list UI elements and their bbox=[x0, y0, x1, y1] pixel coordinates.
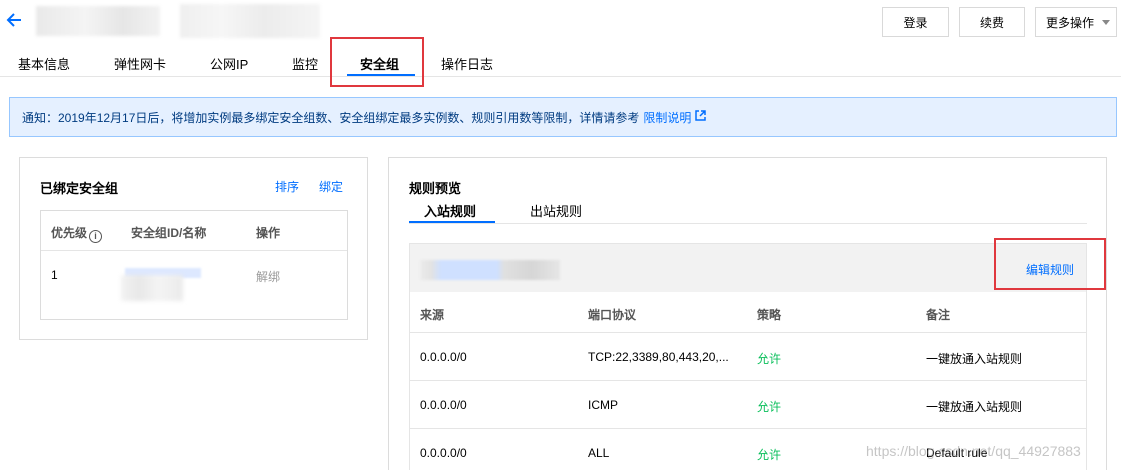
tab-elastic-nic[interactable]: 弹性网卡 bbox=[114, 54, 166, 73]
column-priority-label: 优先级 bbox=[51, 226, 88, 240]
tab-monitoring[interactable]: 监控 bbox=[292, 54, 318, 73]
rule-remark: 一键放通入站规则 bbox=[926, 400, 1023, 414]
tab-inbound-rules[interactable]: 入站规则 bbox=[424, 201, 476, 220]
renew-button-label: 续费 bbox=[979, 15, 1004, 30]
rule-port-protocol: TCP:22,3389,80,443,20,... bbox=[588, 350, 729, 364]
notice-banner: 通知：2019年12月17日后，将增加实例最多绑定安全组数、安全组绑定最多实例数… bbox=[9, 97, 1117, 137]
column-policy: 策略 bbox=[757, 308, 782, 322]
bound-security-groups-panel: 已绑定安全组 排序 绑定 优先级 i 安全组ID/名称 操作 1 解绑 bbox=[19, 157, 368, 340]
column-priority: 优先级 i bbox=[51, 224, 103, 243]
tab-public-ip[interactable]: 公网IP bbox=[210, 54, 248, 73]
rule-group-header: 编辑规则 bbox=[410, 244, 1086, 292]
tab-basic-info[interactable]: 基本信息 bbox=[18, 54, 70, 73]
info-icon[interactable]: i bbox=[89, 230, 103, 243]
rule-direction-tabs: 入站规则 出站规则 bbox=[409, 198, 1087, 224]
rule-policy: 允许 bbox=[757, 448, 782, 462]
login-button-label: 登录 bbox=[903, 15, 928, 30]
table-row: 0.0.0.0/0 ICMP 允许 一键放通入站规则 bbox=[410, 381, 1086, 429]
active-subtab-indicator bbox=[409, 221, 495, 223]
rule-source: 0.0.0.0/0 bbox=[420, 398, 467, 412]
rule-source: 0.0.0.0/0 bbox=[420, 446, 467, 460]
active-tab-indicator bbox=[347, 74, 415, 76]
rule-remark: 一键放通入站规则 bbox=[926, 352, 1023, 366]
rule-preview-title: 规则预览 bbox=[409, 181, 462, 196]
notice-text: 通知：2019年12月17日后，将增加实例最多绑定安全组数、安全组绑定最多实例数… bbox=[22, 110, 640, 125]
rule-remark: Default rule bbox=[926, 446, 988, 460]
top-bar: 登录 续费 更多操作 bbox=[0, 0, 1121, 44]
more-actions-dropdown[interactable]: 更多操作 bbox=[1035, 7, 1117, 37]
tab-security-group[interactable]: 安全组 bbox=[360, 54, 399, 73]
renew-button[interactable]: 续费 bbox=[959, 7, 1025, 37]
column-security-group-id: 安全组ID/名称 bbox=[131, 226, 207, 240]
login-button[interactable]: 登录 bbox=[882, 7, 949, 37]
tab-operation-log[interactable]: 操作日志 bbox=[441, 54, 493, 73]
rule-policy: 允许 bbox=[757, 400, 782, 414]
back-arrow-icon[interactable] bbox=[6, 10, 24, 30]
rule-preview-panel: 规则预览 入站规则 出站规则 编辑规则 来源 端口协议 策略 备注 0.0.0.… bbox=[388, 157, 1107, 470]
sort-button[interactable]: 排序 bbox=[275, 178, 299, 195]
edit-rules-link[interactable]: 编辑规则 bbox=[1026, 261, 1074, 278]
rules-table-header: 来源 端口协议 策略 备注 bbox=[410, 292, 1086, 333]
column-port-protocol: 端口协议 bbox=[588, 308, 637, 322]
rule-port-protocol: ALL bbox=[588, 446, 610, 460]
unbind-button[interactable]: 解绑 bbox=[256, 268, 280, 285]
table-header: 优先级 i 安全组ID/名称 操作 bbox=[41, 211, 347, 251]
row-priority: 1 bbox=[51, 268, 58, 282]
table-row: 0.0.0.0/0 TCP:22,3389,80,443,20,... 允许 一… bbox=[410, 333, 1086, 381]
limit-description-link[interactable]: 限制说明 bbox=[643, 109, 691, 126]
column-actions: 操作 bbox=[256, 226, 281, 240]
table-row: 0.0.0.0/0 ALL 允许 Default rule bbox=[410, 429, 1086, 470]
security-group-name-redacted bbox=[420, 260, 560, 280]
bound-panel-title: 已绑定安全组 bbox=[40, 181, 119, 196]
bound-groups-table: 优先级 i 安全组ID/名称 操作 1 解绑 bbox=[40, 210, 348, 320]
column-source: 来源 bbox=[420, 308, 445, 322]
column-remark: 备注 bbox=[926, 308, 951, 322]
rule-source: 0.0.0.0/0 bbox=[420, 350, 467, 364]
security-group-name-redacted bbox=[121, 275, 183, 301]
bind-button[interactable]: 绑定 bbox=[319, 178, 343, 195]
rule-port-protocol: ICMP bbox=[588, 398, 618, 412]
chevron-down-icon bbox=[1102, 20, 1110, 25]
instance-id-redacted bbox=[180, 4, 320, 38]
more-actions-label: 更多操作 bbox=[1046, 15, 1095, 30]
external-link-icon[interactable] bbox=[695, 110, 707, 124]
instance-name-redacted bbox=[36, 6, 160, 36]
tab-outbound-rules[interactable]: 出站规则 bbox=[530, 201, 582, 220]
detail-tabs: 基本信息 弹性网卡 公网IP 监控 安全组 操作日志 bbox=[0, 44, 1121, 77]
rule-group-box: 编辑规则 来源 端口协议 策略 备注 0.0.0.0/0 TCP:22,3389… bbox=[409, 243, 1087, 470]
rule-policy: 允许 bbox=[757, 352, 782, 366]
